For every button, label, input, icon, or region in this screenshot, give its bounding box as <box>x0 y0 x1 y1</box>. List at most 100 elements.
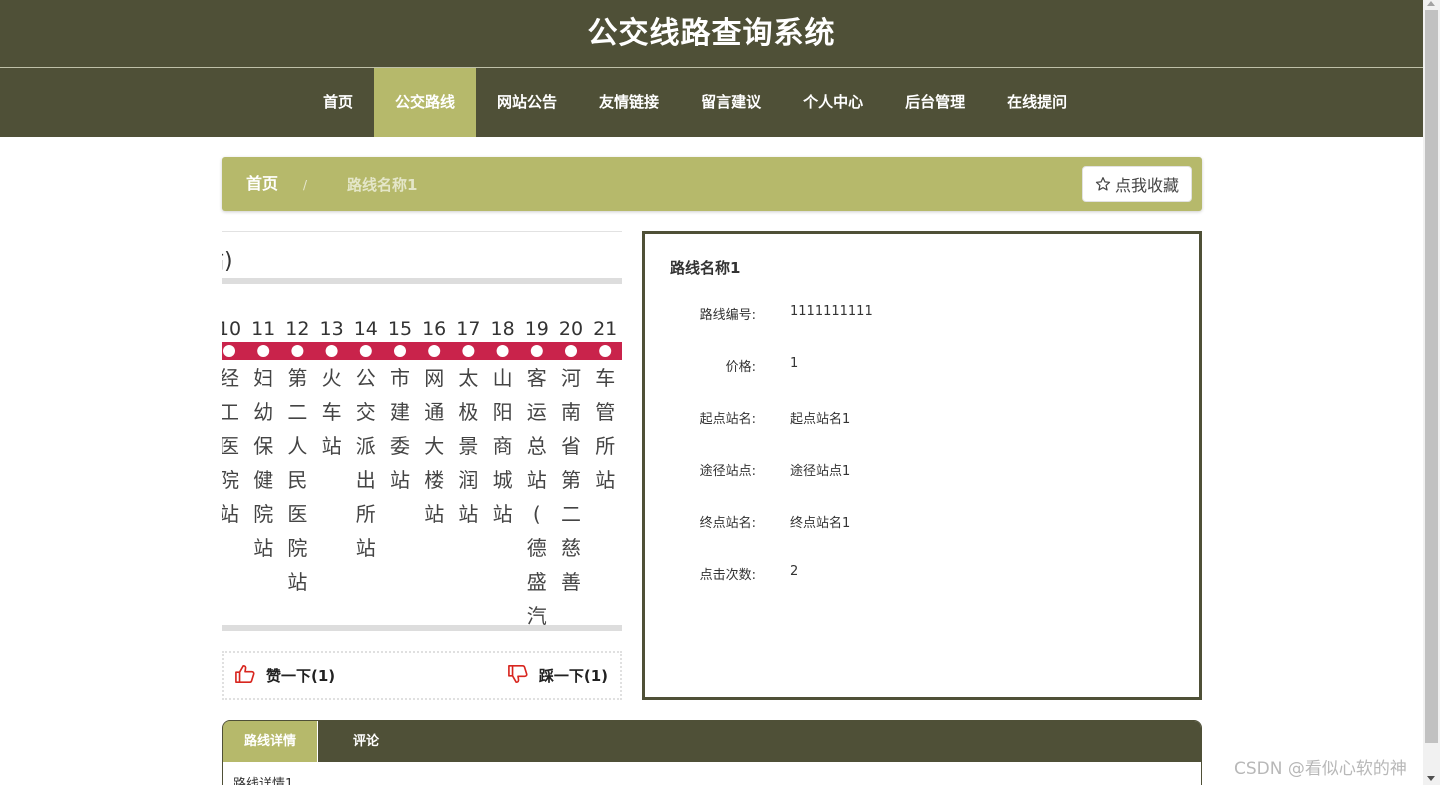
stop-name-char: 运 <box>527 400 547 424</box>
favorite-button[interactable]: 点我收藏 <box>1081 166 1192 202</box>
breadcrumb-home-link[interactable]: 首页 <box>246 157 278 211</box>
info-value: 2 <box>790 564 799 579</box>
nav-item-bus-routes[interactable]: 公交路线 <box>374 68 477 137</box>
stop-name-char: 站 <box>390 468 410 492</box>
stop-name-char: ( <box>533 502 541 526</box>
nav-list: 首页 公交路线 网站公告 友情链接 留言建议 个人中心 后台管理 在线提问 <box>302 68 1088 137</box>
stop-name-char: 市 <box>390 366 410 390</box>
stop-dot <box>565 345 577 357</box>
stop-name-char: 妇 <box>253 366 273 390</box>
stop-name-char: 所 <box>356 502 376 526</box>
stop-name-char: 站 <box>424 502 444 526</box>
stop-name-char: 所 <box>595 434 615 458</box>
info-label: 点击次数: <box>699 568 756 583</box>
stop-number: 12 <box>285 318 309 340</box>
stop-name-char: 公 <box>356 366 376 390</box>
stop-name-char: 出 <box>356 468 376 492</box>
stop-dot <box>291 345 304 357</box>
nav-item-feedback[interactable]: 留言建议 <box>680 68 782 137</box>
stop-number: 11 <box>251 318 275 340</box>
stop-name-char: 第 <box>561 468 581 492</box>
route-name-title: 路线名称1 <box>670 259 741 277</box>
scrollbar-thumb[interactable] <box>1425 10 1438 743</box>
stop-name-char: 站 <box>493 502 513 526</box>
stop-dot <box>257 345 270 357</box>
vote-row: 赞一下(1) 踩一下(1) <box>222 651 622 700</box>
tabs-header: 路线详情 评论 <box>223 721 1201 762</box>
image-band-bottom <box>222 625 622 631</box>
info-label: 终点站名: <box>699 516 756 531</box>
info-value: 1111111111 <box>790 304 873 319</box>
tab-comments[interactable]: 评论 <box>318 721 414 762</box>
stop-name-char: 建 <box>390 400 410 424</box>
stop-number: 20 <box>559 318 583 340</box>
nav-item-home[interactable]: 首页 <box>302 68 374 137</box>
stop-name-char: 医 <box>222 434 239 458</box>
nav-item-admin[interactable]: 后台管理 <box>884 68 986 137</box>
scroll-up-arrow-icon[interactable] <box>1427 1 1435 6</box>
stop-name-char: 委 <box>390 434 410 458</box>
stop-name-char: 润 <box>458 468 478 492</box>
stop-name-char: 河 <box>561 366 581 390</box>
stop-dot <box>496 345 509 357</box>
stop-dot <box>462 345 475 357</box>
stop-name-char: 站 <box>356 536 376 560</box>
stop-name-char: 二 <box>561 502 581 526</box>
route-line-diagram: 10经工医院站11妇幼保健院站12第二人民医院站13火车站14公交派出所站15市… <box>222 318 622 628</box>
info-label: 途径站点: <box>699 464 756 479</box>
stop-name-char: 慈 <box>561 536 581 560</box>
stop-name-char: 院 <box>222 468 239 492</box>
stop-number: 18 <box>491 318 515 340</box>
stop-name-char: 医 <box>287 502 307 526</box>
favorite-label: 点我收藏 <box>1114 176 1179 195</box>
stop-name-char: 商 <box>493 434 513 458</box>
stop-number: 14 <box>354 318 378 340</box>
stop-name-char: 二 <box>287 400 307 424</box>
stop-dot <box>325 345 338 357</box>
stop-name-char: 经 <box>222 366 239 390</box>
dislike-button[interactable]: 踩一下(1) <box>507 653 608 698</box>
stop-name-char: 善 <box>561 570 581 594</box>
stop-name-char: 盛 <box>527 570 547 594</box>
stop-name-char: 通 <box>424 400 444 424</box>
stop-name-char: 幼 <box>253 400 273 424</box>
stop-name-char: 院 <box>253 502 273 526</box>
stop-name-char: 山 <box>493 366 513 390</box>
stop-name-char: 人 <box>287 434 307 458</box>
nav-item-user-center[interactable]: 个人中心 <box>782 68 884 137</box>
stop-number: 16 <box>422 318 446 340</box>
info-value: 1 <box>790 356 799 371</box>
dislike-label: 踩一下(1) <box>538 667 608 685</box>
tab-route-details[interactable]: 路线详情 <box>223 721 318 762</box>
like-button[interactable]: 赞一下(1) <box>234 653 335 698</box>
stop-name-char: 派 <box>356 434 376 458</box>
tab-content: 路线详情1 <box>233 777 294 785</box>
nav-item-friend-links[interactable]: 友情链接 <box>578 68 680 137</box>
scroll-down-arrow-icon[interactable] <box>1427 776 1435 781</box>
route-info-panel: 路线名称1 路线编号: 1111111111 价格: 1 起点站名: 起点站名1… <box>642 231 1202 700</box>
stop-name-char: 南 <box>561 400 581 424</box>
info-value: 途径站点1 <box>790 464 851 479</box>
stop-name-char: 城 <box>493 468 513 492</box>
stop-name-char: 站 <box>458 502 478 526</box>
stop-name-char: 网 <box>424 366 444 390</box>
breadcrumb-current: 路线名称1 <box>347 176 418 194</box>
stop-name-char: 极 <box>458 400 478 424</box>
stop-name-char: 站 <box>222 502 239 526</box>
site-title: 公交线路查询系统 <box>587 16 836 51</box>
stop-number: 10 <box>222 318 241 340</box>
info-row-end-station: 终点站名: 终点站名1 <box>645 512 1199 532</box>
nav-item-online-qa[interactable]: 在线提问 <box>986 68 1088 137</box>
stop-dot <box>359 345 372 357</box>
nav-item-announcements[interactable]: 网站公告 <box>476 68 578 137</box>
stop-number: 13 <box>320 318 344 340</box>
thumbs-up-icon <box>234 664 256 688</box>
stop-name-char: 院 <box>287 536 307 560</box>
stop-name-char: 管 <box>595 400 615 424</box>
stop-name-char: 保 <box>253 434 273 458</box>
info-row-click-count: 点击次数: 2 <box>645 564 1199 584</box>
stop-name-char: 德 <box>527 536 547 560</box>
page-scrollbar[interactable] <box>1423 0 1440 785</box>
stop-name-char: 第 <box>287 366 307 390</box>
info-value: 起点站名1 <box>790 412 851 427</box>
